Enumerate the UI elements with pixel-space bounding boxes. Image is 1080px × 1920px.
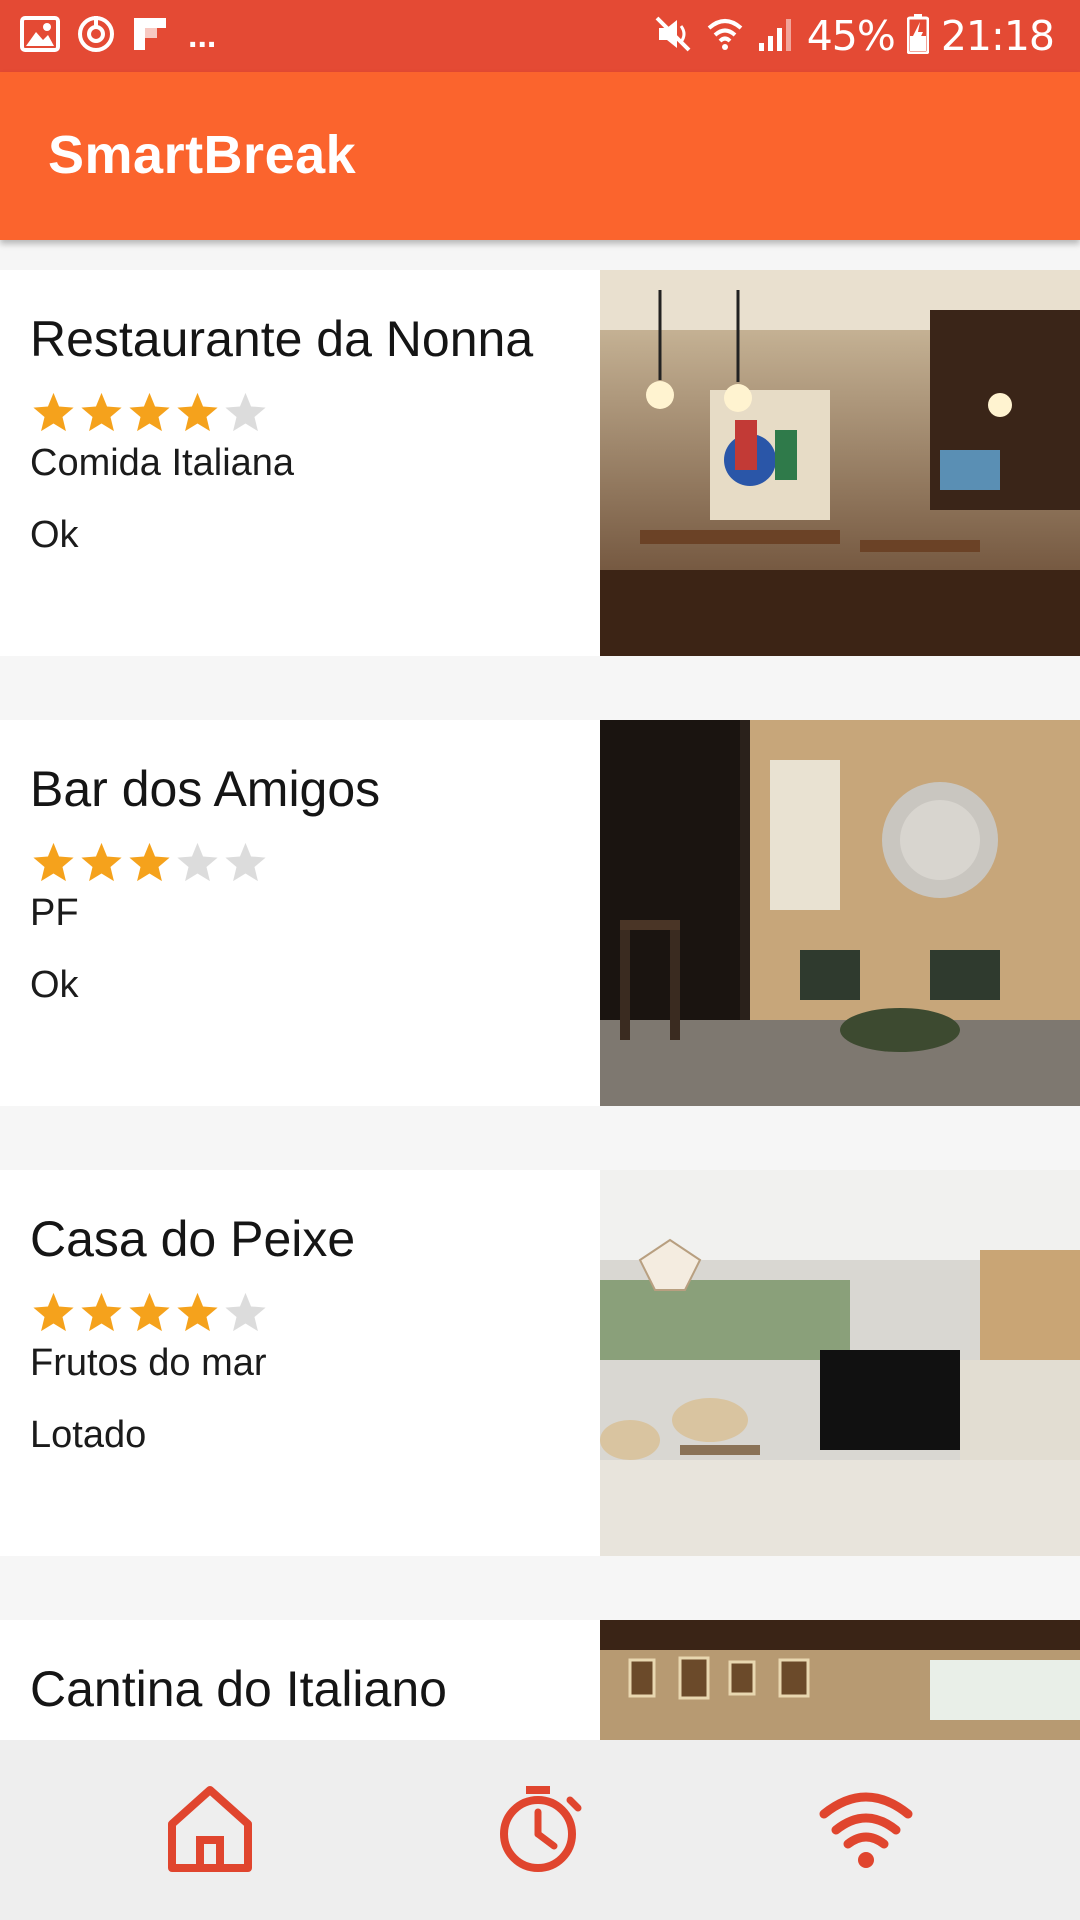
signal-icon <box>757 15 795 58</box>
bottom-navigation <box>0 1740 1080 1920</box>
battery-charging-icon <box>906 13 930 59</box>
wifi-icon <box>818 1780 914 1881</box>
star-empty-icon <box>222 1290 269 1339</box>
overflow-indicator: ... <box>188 16 217 55</box>
star-filled-icon <box>126 840 173 889</box>
star-empty-icon <box>222 840 269 889</box>
battery-percent: 45% <box>806 12 896 60</box>
restaurant-list[interactable]: Restaurante da Nonna Comida Italiana Ok <box>0 270 1080 1740</box>
gallery-icon <box>20 15 60 57</box>
rating-stars <box>30 1290 269 1339</box>
star-filled-icon <box>174 1290 221 1339</box>
bar-interior-photo[interactable] <box>600 720 1080 1106</box>
home-icon <box>162 1780 258 1881</box>
rating-stars <box>30 390 269 439</box>
restaurant-card[interactable]: Restaurante da Nonna Comida Italiana Ok <box>0 270 1080 656</box>
restaurant-interior-photo[interactable] <box>600 270 1080 656</box>
star-empty-icon <box>222 390 269 439</box>
nav-wifi-button[interactable] <box>816 1780 916 1880</box>
restaurant-name: Casa do Peixe <box>30 1211 356 1267</box>
star-filled-icon <box>30 1290 77 1339</box>
clock: 21:18 <box>940 12 1055 60</box>
cafe-interior-photo[interactable] <box>600 1170 1080 1556</box>
star-filled-icon <box>126 1290 173 1339</box>
nav-home-button[interactable] <box>160 1780 260 1880</box>
app-bar: SmartBreak <box>0 72 1080 240</box>
flipboard-icon <box>132 16 168 57</box>
restaurant-name: Restaurante da Nonna <box>30 311 534 367</box>
star-filled-icon <box>78 390 125 439</box>
restaurant-card[interactable]: Bar dos Amigos PF Ok <box>0 720 1080 1106</box>
rating-stars <box>30 840 269 889</box>
restaurant-name: Bar dos Amigos <box>30 761 381 817</box>
app-title: SmartBreak <box>48 125 357 185</box>
sync-icon <box>76 14 116 59</box>
restaurant-card[interactable]: Casa do Peixe Frutos do mar Lotado <box>0 1170 1080 1556</box>
restaurant-type: PF <box>30 892 79 934</box>
restaurant-card[interactable]: Cantina do Italiano <box>0 1620 1080 1740</box>
star-filled-icon <box>126 390 173 439</box>
wifi-icon <box>705 14 745 59</box>
restaurant-name: Cantina do Italiano <box>30 1661 447 1717</box>
restaurant-status: Ok <box>30 964 79 1006</box>
nav-timer-button[interactable] <box>488 1780 588 1880</box>
restaurant-status: Lotado <box>30 1414 147 1456</box>
mute-icon <box>653 14 693 59</box>
cantina-interior-photo[interactable] <box>600 1620 1080 1740</box>
star-filled-icon <box>78 1290 125 1339</box>
restaurant-type: Frutos do mar <box>30 1342 267 1384</box>
star-empty-icon <box>174 840 221 889</box>
star-filled-icon <box>30 390 77 439</box>
star-filled-icon <box>78 840 125 889</box>
star-filled-icon <box>30 840 77 889</box>
stopwatch-icon <box>490 1780 586 1881</box>
star-filled-icon <box>174 390 221 439</box>
status-bar: ... 45% 21:18 <box>0 0 1080 72</box>
restaurant-status: Ok <box>30 514 79 556</box>
restaurant-type: Comida Italiana <box>30 442 295 484</box>
